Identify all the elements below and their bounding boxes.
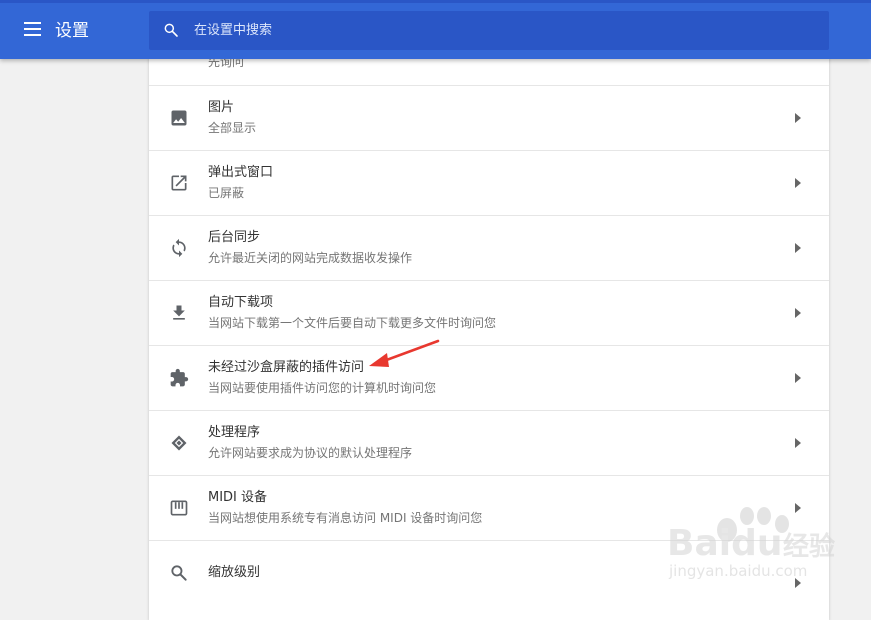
row-title: 缩放级别 bbox=[208, 565, 261, 580]
site-setting-row-popups[interactable]: 弹出式窗口 已屏蔽 bbox=[149, 150, 829, 215]
site-setting-row-automatic-downloads[interactable]: 自动下载项 当网站下载第一个文件后要自动下载更多文件时询问您 bbox=[149, 280, 829, 345]
midi-piano-icon bbox=[170, 500, 188, 516]
row-title: MIDI 设备 bbox=[208, 490, 268, 505]
row-subtitle: 当网站下载第一个文件后要自动下载更多文件时询问您 bbox=[208, 316, 497, 330]
site-setting-row-background-sync[interactable]: 后台同步 允许最近关闭的网站完成数据收发操作 bbox=[149, 215, 829, 280]
puzzle-extension-icon bbox=[170, 368, 189, 387]
chevron-right-icon bbox=[795, 243, 801, 253]
search-box[interactable] bbox=[149, 11, 829, 50]
image-icon bbox=[171, 110, 187, 126]
row-subtitle: 允许网站要求成为协议的默认处理程序 bbox=[208, 446, 413, 460]
popup-open-in-new-icon bbox=[171, 175, 187, 191]
zoom-search-icon bbox=[171, 565, 187, 581]
search-icon bbox=[164, 23, 178, 37]
site-setting-row-unsandboxed-plugins[interactable]: 未经过沙盒屏蔽的插件访问 当网站要使用插件访问您的计算机时询问您 bbox=[149, 345, 829, 410]
watermark-url: jingyan.baidu.com bbox=[668, 562, 807, 580]
row-subtitle: 允许最近关闭的网站完成数据收发操作 bbox=[208, 251, 413, 265]
chevron-right-icon bbox=[795, 178, 801, 188]
sync-icon bbox=[172, 238, 186, 258]
row-subtitle: 全部显示 bbox=[208, 121, 257, 135]
menu-icon[interactable] bbox=[24, 22, 41, 36]
search-input[interactable] bbox=[194, 11, 814, 50]
annotation-arrow-icon bbox=[369, 339, 440, 367]
chevron-right-icon bbox=[795, 113, 801, 123]
row-title: 未经过沙盒屏蔽的插件访问 bbox=[208, 360, 365, 375]
row-title: 处理程序 bbox=[208, 425, 261, 440]
chevron-right-icon bbox=[795, 308, 801, 318]
row-title: 自动下载项 bbox=[208, 295, 274, 310]
row-title: 图片 bbox=[208, 100, 235, 115]
protocol-handler-icon bbox=[171, 435, 187, 451]
watermark-brand: Baidu bbox=[667, 523, 782, 564]
page-title: 设置 bbox=[55, 21, 89, 41]
site-setting-row-handlers[interactable]: 处理程序 允许网站要求成为协议的默认处理程序 bbox=[149, 410, 829, 475]
watermark-cn: 经验 bbox=[783, 531, 835, 562]
row-title: 后台同步 bbox=[208, 230, 261, 245]
row-subtitle: 当网站想使用系统专有消息访问 MIDI 设备时询问您 bbox=[208, 511, 483, 525]
row-title: 弹出式窗口 bbox=[208, 165, 274, 180]
baidu-jingyan-watermark: Baidu 经验 jingyan.baidu.com bbox=[667, 507, 835, 580]
site-setting-row-images[interactable]: 图片 全部显示 bbox=[149, 85, 829, 150]
row-subtitle: 已屏蔽 bbox=[208, 186, 245, 200]
row-subtitle: 当网站要使用插件访问您的计算机时询问您 bbox=[208, 381, 437, 395]
download-icon bbox=[173, 305, 185, 320]
chevron-right-icon bbox=[795, 438, 801, 448]
chevron-right-icon bbox=[795, 373, 801, 383]
settings-header: 设置 bbox=[0, 0, 871, 59]
